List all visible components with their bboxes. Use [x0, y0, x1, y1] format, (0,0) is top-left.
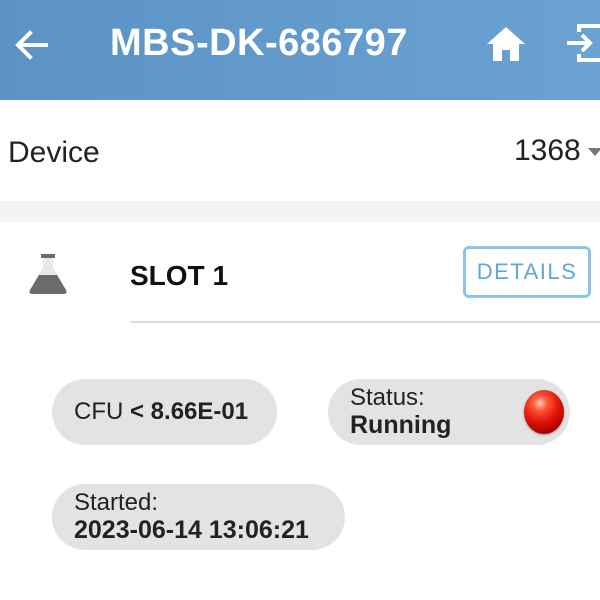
logout-icon[interactable] [565, 20, 600, 66]
started-chip: Started: 2023-06-14 13:06:21 [52, 484, 345, 550]
device-selector-row: Device 1368 [0, 100, 600, 202]
slot-card: SLOT 1 DETAILS CFU < 8.66E-01 Status: Ru… [0, 222, 600, 600]
divider [130, 321, 600, 323]
cfu-value: < 8.66E-01 [130, 398, 249, 425]
device-selected-value: 1368 [514, 134, 581, 167]
cfu-chip: CFU < 8.66E-01 [52, 379, 277, 445]
status-label: Status: [350, 384, 425, 411]
flask-icon [29, 254, 67, 294]
device-label: Device [8, 136, 100, 169]
chevron-down-icon [588, 148, 600, 156]
slot-title: SLOT 1 [130, 260, 229, 291]
status-value: Running [350, 411, 452, 439]
status-chip: Status: Running [328, 379, 570, 445]
arrow-left-icon[interactable] [10, 24, 52, 66]
status-indicator-icon [524, 390, 564, 434]
home-icon[interactable] [484, 22, 528, 66]
started-label: Started: [74, 489, 159, 516]
page-title: MBS-DK-686797 [110, 22, 408, 64]
details-button[interactable]: DETAILS [463, 246, 591, 298]
started-value: 2023-06-14 13:06:21 [74, 516, 309, 544]
cfu-label: CFU [74, 398, 124, 425]
section-divider [0, 202, 600, 222]
app-bar: MBS-DK-686797 [0, 0, 600, 100]
device-dropdown[interactable]: 1368 [500, 130, 600, 174]
